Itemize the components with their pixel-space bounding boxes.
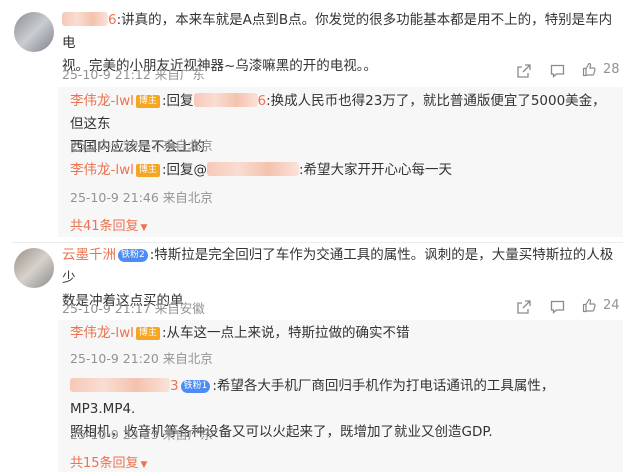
reply-meta: 25-10-9 21:20 来自北京 <box>70 351 213 366</box>
blurred-username[interactable] <box>62 12 108 26</box>
like-count: 24 <box>603 298 620 313</box>
fan-badge: 铁粉2 <box>118 249 148 262</box>
like-count: 28 <box>603 62 620 77</box>
more-replies-link[interactable]: 共15条回复 ▼ <box>70 452 147 471</box>
reply-username[interactable]: 李伟龙-lwl <box>70 162 134 178</box>
like-button[interactable]: 28 <box>582 62 620 77</box>
reply-username[interactable]: 李伟龙-lwl <box>70 325 134 341</box>
caret-down-icon: ▼ <box>140 223 148 233</box>
divider <box>12 242 623 243</box>
comment-icon <box>550 300 565 314</box>
share-icon <box>517 64 531 78</box>
reply-text: 李伟龙-lwl 博主:回复@:希望大家开开心心每一天 <box>70 162 453 178</box>
author-badge: 博主 <box>135 327 160 340</box>
reply-meta: 25-10-9 23:23 来自广东 <box>70 427 213 442</box>
reply-meta: 25-10-9 21:46 来自北京 <box>70 190 213 205</box>
author-badge: 博主 <box>135 164 160 177</box>
reply-text: 李伟龙-lwl 博主:从车这一点上来说，特斯拉做的确实不错 <box>70 325 410 341</box>
reply-username[interactable]: 李伟龙-lwl <box>70 93 134 109</box>
share-icon <box>517 300 531 314</box>
share-button[interactable] <box>517 64 531 78</box>
fan-badge: 铁粉1 <box>180 380 211 393</box>
comment-username[interactable]: 云墨千洲 <box>62 247 116 263</box>
comment-meta: 25-10-9 21:17 来自安徽 <box>62 301 205 316</box>
avatar[interactable] <box>14 248 54 288</box>
caret-down-icon: ▼ <box>140 460 148 470</box>
share-button[interactable] <box>517 300 531 314</box>
reply-meta: 25-10-9 22:17 来自北京 <box>70 138 213 153</box>
author-badge: 博主 <box>135 95 160 108</box>
thumbs-up-icon <box>582 298 596 313</box>
thumbs-up-icon <box>582 62 596 77</box>
reply-button[interactable] <box>550 300 565 314</box>
more-replies-link[interactable]: 共41条回复 ▼ <box>70 215 147 234</box>
blurred-username[interactable] <box>70 378 170 392</box>
blurred-username[interactable] <box>207 162 299 176</box>
comment-icon <box>550 64 565 78</box>
like-button[interactable]: 24 <box>582 298 620 313</box>
avatar[interactable] <box>14 12 54 52</box>
reply-button[interactable] <box>550 64 565 78</box>
blurred-username[interactable] <box>193 93 258 107</box>
comment-meta: 25-10-9 21:12 来自广东 <box>62 67 205 82</box>
